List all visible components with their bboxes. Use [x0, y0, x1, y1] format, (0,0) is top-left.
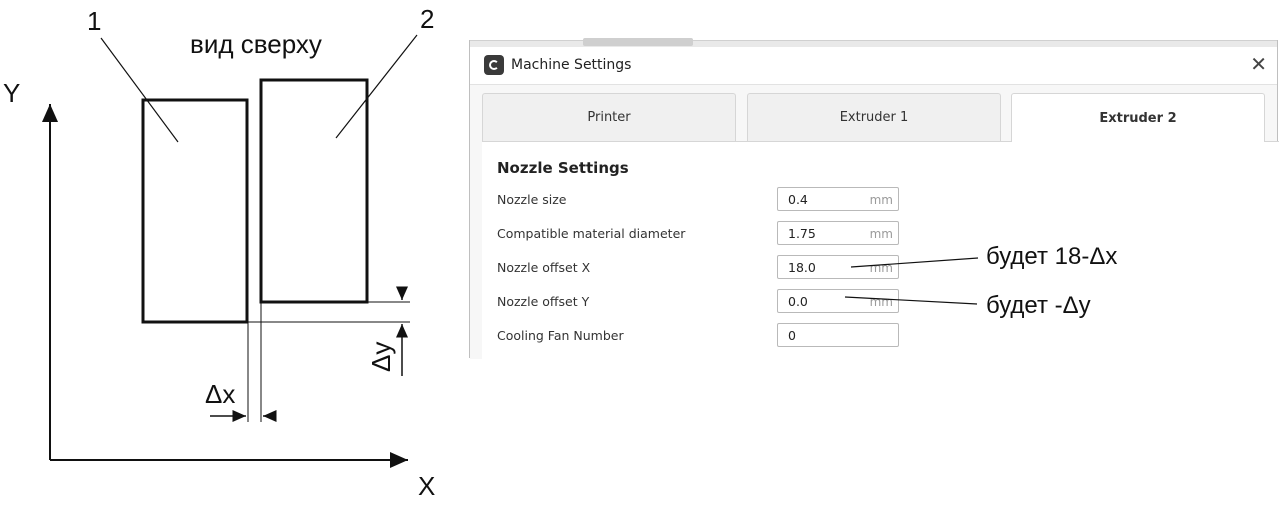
window-content: Printer Extruder 1 Extruder 2 Nozzle Set…: [470, 84, 1279, 359]
material-diameter-value: 1.75: [788, 226, 816, 241]
material-diameter-label: Compatible material diameter: [497, 226, 686, 241]
window-title: Machine Settings: [511, 57, 632, 73]
offset-x-note: будет 18-Δx: [986, 243, 1118, 270]
delta-x-label: Δx: [205, 379, 235, 409]
nozzle-offset-x-unit: mm: [869, 261, 893, 275]
material-diameter-field[interactable]: 1.75 mm: [777, 221, 899, 245]
nozzle-offset-y-label: Nozzle offset Y: [497, 294, 590, 309]
tab-printer[interactable]: Printer: [482, 93, 736, 141]
offset-diagram: Y X вид сверху 1 2 Δx Δy: [3, 4, 435, 501]
extruder-2-rect: [259, 78, 369, 304]
x-axis-label: X: [418, 471, 435, 501]
offset-y-note: будет -Δy: [986, 292, 1091, 319]
nozzle-offset-y-value: 0.0: [788, 294, 808, 309]
view-caption: вид сверху: [190, 29, 322, 59]
cooling-fan-field[interactable]: 0: [777, 323, 899, 347]
label-extruder-2: 2: [420, 4, 434, 34]
extruder-1-rect: [141, 98, 249, 324]
y-axis-label: Y: [3, 78, 20, 108]
nozzle-size-value: 0.4: [788, 192, 808, 207]
tab-extruder-2[interactable]: Extruder 2: [1011, 93, 1265, 142]
nozzle-size-unit: mm: [869, 193, 893, 207]
nozzle-size-label: Nozzle size: [497, 192, 567, 207]
leader-2: [335, 34, 418, 139]
nozzle-offset-x-field[interactable]: 18.0 mm: [777, 255, 899, 279]
delta-y-label: Δy: [366, 342, 396, 372]
nozzle-offset-y-field[interactable]: 0.0 mm: [777, 289, 899, 313]
cura-app-icon: [484, 55, 504, 75]
label-extruder-1: 1: [87, 6, 101, 36]
section-title: Nozzle Settings: [497, 159, 629, 177]
leader-1: [100, 37, 179, 143]
cooling-fan-value: 0: [788, 328, 796, 343]
machine-settings-window: Machine Settings ✕ Printer Extruder 1 Ex…: [469, 38, 1279, 359]
nozzle-offset-x-label: Nozzle offset X: [497, 260, 591, 275]
nozzle-offset-x-value: 18.0: [788, 260, 816, 275]
cooling-fan-label: Cooling Fan Number: [497, 328, 624, 343]
title-bar: Machine Settings ✕: [470, 46, 1277, 84]
material-diameter-unit: mm: [869, 227, 893, 241]
nozzle-size-field[interactable]: 0.4 mm: [777, 187, 899, 211]
close-icon[interactable]: ✕: [1250, 52, 1267, 76]
nozzle-offset-y-unit: mm: [869, 295, 893, 309]
extruder-settings-panel: Nozzle Settings Nozzle size 0.4 mm Compa…: [482, 141, 1279, 359]
tab-extruder-1[interactable]: Extruder 1: [747, 93, 1001, 141]
